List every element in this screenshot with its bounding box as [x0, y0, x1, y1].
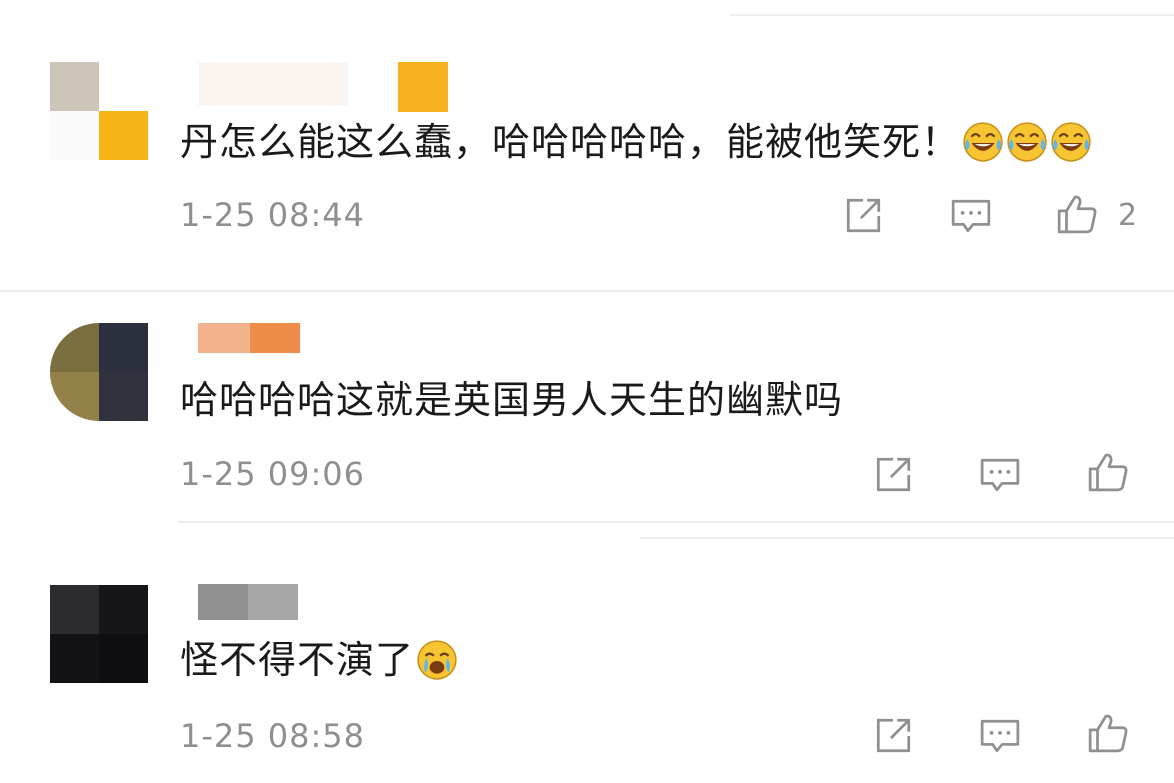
share-icon [876, 718, 911, 753]
comment-text: 丹怎么能这么蠢，哈哈哈哈哈，能被他笑死！ [180, 118, 1092, 166]
comment-time: 1-25 08:44 [180, 196, 366, 234]
avatar-cell [99, 323, 148, 372]
avatar-cell [50, 372, 99, 421]
share-icon [876, 457, 911, 492]
username-redacted[interactable] [198, 323, 378, 353]
avatar[interactable] [50, 585, 148, 683]
comment-text-content: 怪不得不演了 [180, 638, 415, 682]
comment-time: 1-25 09:06 [180, 455, 366, 493]
reply-button[interactable] [979, 715, 1021, 757]
laugh-cry-emoji-icon [1006, 121, 1048, 163]
comment-time: 1-25 08:58 [180, 717, 366, 755]
comment-text-content: 哈哈哈哈这就是英国男人天生的幽默吗 [180, 378, 844, 422]
avatar-cell [50, 634, 99, 683]
username-redacted[interactable] [198, 62, 458, 112]
reply-icon [980, 458, 1020, 492]
avatar-cell [50, 111, 99, 160]
avatar[interactable] [50, 62, 148, 160]
divider-top [730, 14, 1174, 16]
divider-2 [178, 521, 1174, 523]
share-icon [846, 198, 881, 233]
reply-icon [951, 199, 991, 233]
comment-text: 哈哈哈哈这就是英国男人天生的幽默吗 [180, 376, 843, 424]
avatar-cell [50, 62, 99, 111]
reply-button[interactable] [979, 454, 1021, 496]
laugh-cry-emoji-icon [1050, 121, 1092, 163]
crying-emoji-icon [416, 639, 458, 681]
avatar-cell [99, 372, 148, 421]
avatar-cell [99, 634, 148, 683]
reply-button[interactable] [950, 195, 992, 237]
thumbs-up-icon [1088, 453, 1128, 492]
username-redacted[interactable] [198, 584, 300, 620]
divider-3 [640, 537, 1174, 539]
divider-1 [0, 290, 1174, 292]
avatar[interactable] [50, 323, 148, 421]
like-button[interactable] [1056, 193, 1098, 235]
reply-icon [980, 719, 1020, 753]
like-count: 2 [1118, 198, 1138, 233]
thumbs-up-icon [1057, 195, 1097, 234]
share-button[interactable] [842, 195, 884, 237]
like-button[interactable] [1087, 451, 1129, 493]
like-button[interactable] [1087, 712, 1129, 754]
avatar-cell [99, 62, 148, 111]
avatar-cell [99, 111, 148, 160]
laugh-cry-emoji-icon [962, 121, 1004, 163]
avatar-cell [50, 323, 99, 372]
comment-text-content: 丹怎么能这么蠢，哈哈哈哈哈，能被他笑死！ [180, 120, 961, 164]
comment-text: 怪不得不演了 [180, 636, 458, 684]
avatar-cell [50, 585, 99, 634]
avatar-cell [99, 585, 148, 634]
thumbs-up-icon [1088, 714, 1128, 753]
share-button[interactable] [872, 454, 914, 496]
share-button[interactable] [872, 715, 914, 757]
